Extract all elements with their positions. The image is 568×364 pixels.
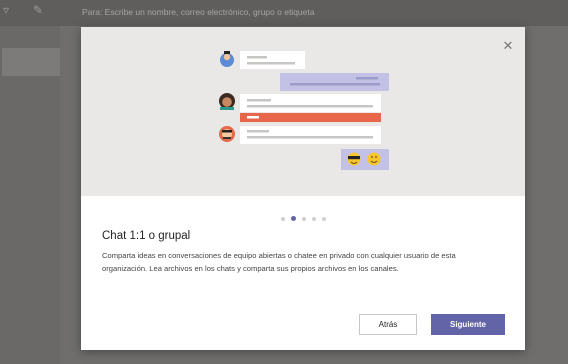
onboarding-dialog: ✕ Chat 1:1 o grupal Comparta ideas en co… [81,27,525,350]
pagination-dots [81,208,525,226]
page-dot[interactable] [321,217,326,221]
page-dot[interactable] [311,217,316,221]
highlighted-message [240,113,381,122]
message-bubble [240,51,305,69]
page-dot[interactable] [280,217,285,221]
reply-bubble [280,73,389,91]
avatar-1 [220,51,234,67]
sunglasses-emoji-icon [347,152,361,166]
dialog-description: Comparta ideas en conversaciones de equi… [102,251,456,273]
close-icon[interactable]: ✕ [501,39,515,53]
avatar-3 [219,126,235,142]
next-button[interactable]: Siguiente [431,314,505,335]
chat-illustration [81,27,525,196]
message-bubble [240,126,381,144]
back-button[interactable]: Atrás [359,314,417,335]
avatar-2 [219,93,235,110]
top-bar: ▿ ✎ Para: Escribe un nombre, correo elec… [0,0,568,26]
chat-illustration-graphic [219,51,389,170]
message-bubble [240,94,381,112]
chat-list-panel [0,26,60,364]
filter-icon[interactable]: ▿ [3,3,9,17]
chat-list-item[interactable] [2,48,60,76]
page-dot[interactable] [301,217,306,221]
smile-emoji-icon [367,152,381,166]
compose-icon[interactable]: ✎ [33,3,43,17]
page-dot-active[interactable] [290,216,296,221]
to-field[interactable]: Para: Escribe un nombre, correo electrón… [82,7,314,17]
dialog-title: Chat 1:1 o grupal [102,230,191,242]
